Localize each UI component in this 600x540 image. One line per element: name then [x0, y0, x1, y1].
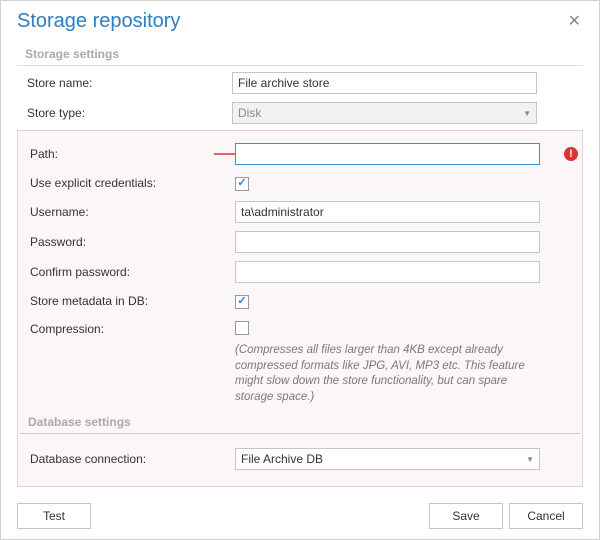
row-compression: Compression:: [20, 315, 580, 343]
dialog-content: Storage settings Store name: Store type:…: [1, 37, 599, 487]
username-input[interactable]: [235, 201, 540, 223]
store-metadata-checkbox[interactable]: [235, 295, 249, 309]
confirm-password-input[interactable]: [235, 261, 540, 283]
row-store-type: Store type: Disk ▼: [17, 98, 583, 128]
label-password: Password:: [30, 235, 235, 249]
password-input[interactable]: [235, 231, 540, 253]
label-confirm-password: Confirm password:: [30, 265, 235, 279]
save-button[interactable]: Save: [429, 503, 503, 529]
database-connection-value: File Archive DB: [241, 452, 323, 466]
dialog-footer: Test Save Cancel: [17, 503, 583, 529]
label-store-name: Store name:: [27, 76, 232, 90]
store-name-input[interactable]: [232, 72, 537, 94]
row-confirm-password: Confirm password:: [20, 257, 580, 287]
cancel-button[interactable]: Cancel: [509, 503, 583, 529]
label-compression: Compression:: [30, 322, 235, 336]
section-database-settings: Database settings: [20, 409, 580, 434]
error-icon: !: [564, 147, 578, 161]
row-store-name: Store name:: [17, 68, 583, 98]
label-store-metadata: Store metadata in DB:: [30, 294, 235, 308]
row-password: Password:: [20, 227, 580, 257]
label-database-connection: Database connection:: [30, 452, 235, 466]
close-icon[interactable]: ✕: [562, 9, 587, 33]
database-connection-select[interactable]: File Archive DB ▼: [235, 448, 540, 470]
use-explicit-credentials-checkbox[interactable]: [235, 177, 249, 191]
store-type-value: Disk: [238, 106, 261, 120]
chevron-down-icon: ▼: [523, 109, 531, 118]
label-use-explicit-credentials: Use explicit credentials:: [30, 176, 235, 190]
row-path: Path: !: [20, 139, 580, 169]
store-type-select: Disk ▼: [232, 102, 537, 124]
label-store-type: Store type:: [27, 106, 232, 120]
dialog-title: Storage repository: [17, 10, 180, 33]
row-database-connection: Database connection: File Archive DB ▼: [20, 444, 580, 474]
section-storage-settings: Storage settings: [17, 41, 583, 66]
title-bar: Storage repository ✕: [1, 1, 599, 37]
label-username: Username:: [30, 205, 235, 219]
label-path: Path:: [30, 147, 235, 161]
path-input[interactable]: [235, 143, 540, 165]
validation-panel: Path: ! Use explicit credentials: Userna…: [17, 130, 583, 487]
row-username: Username:: [20, 197, 580, 227]
test-button[interactable]: Test: [17, 503, 91, 529]
row-compression-hint: . (Compresses all files larger than 4KB …: [20, 343, 580, 409]
compression-hint: (Compresses all files larger than 4KB ex…: [235, 343, 540, 405]
chevron-down-icon: ▼: [526, 455, 534, 464]
row-use-explicit-credentials: Use explicit credentials:: [20, 169, 580, 197]
row-store-metadata: Store metadata in DB:: [20, 287, 580, 315]
compression-checkbox[interactable]: [235, 321, 249, 335]
